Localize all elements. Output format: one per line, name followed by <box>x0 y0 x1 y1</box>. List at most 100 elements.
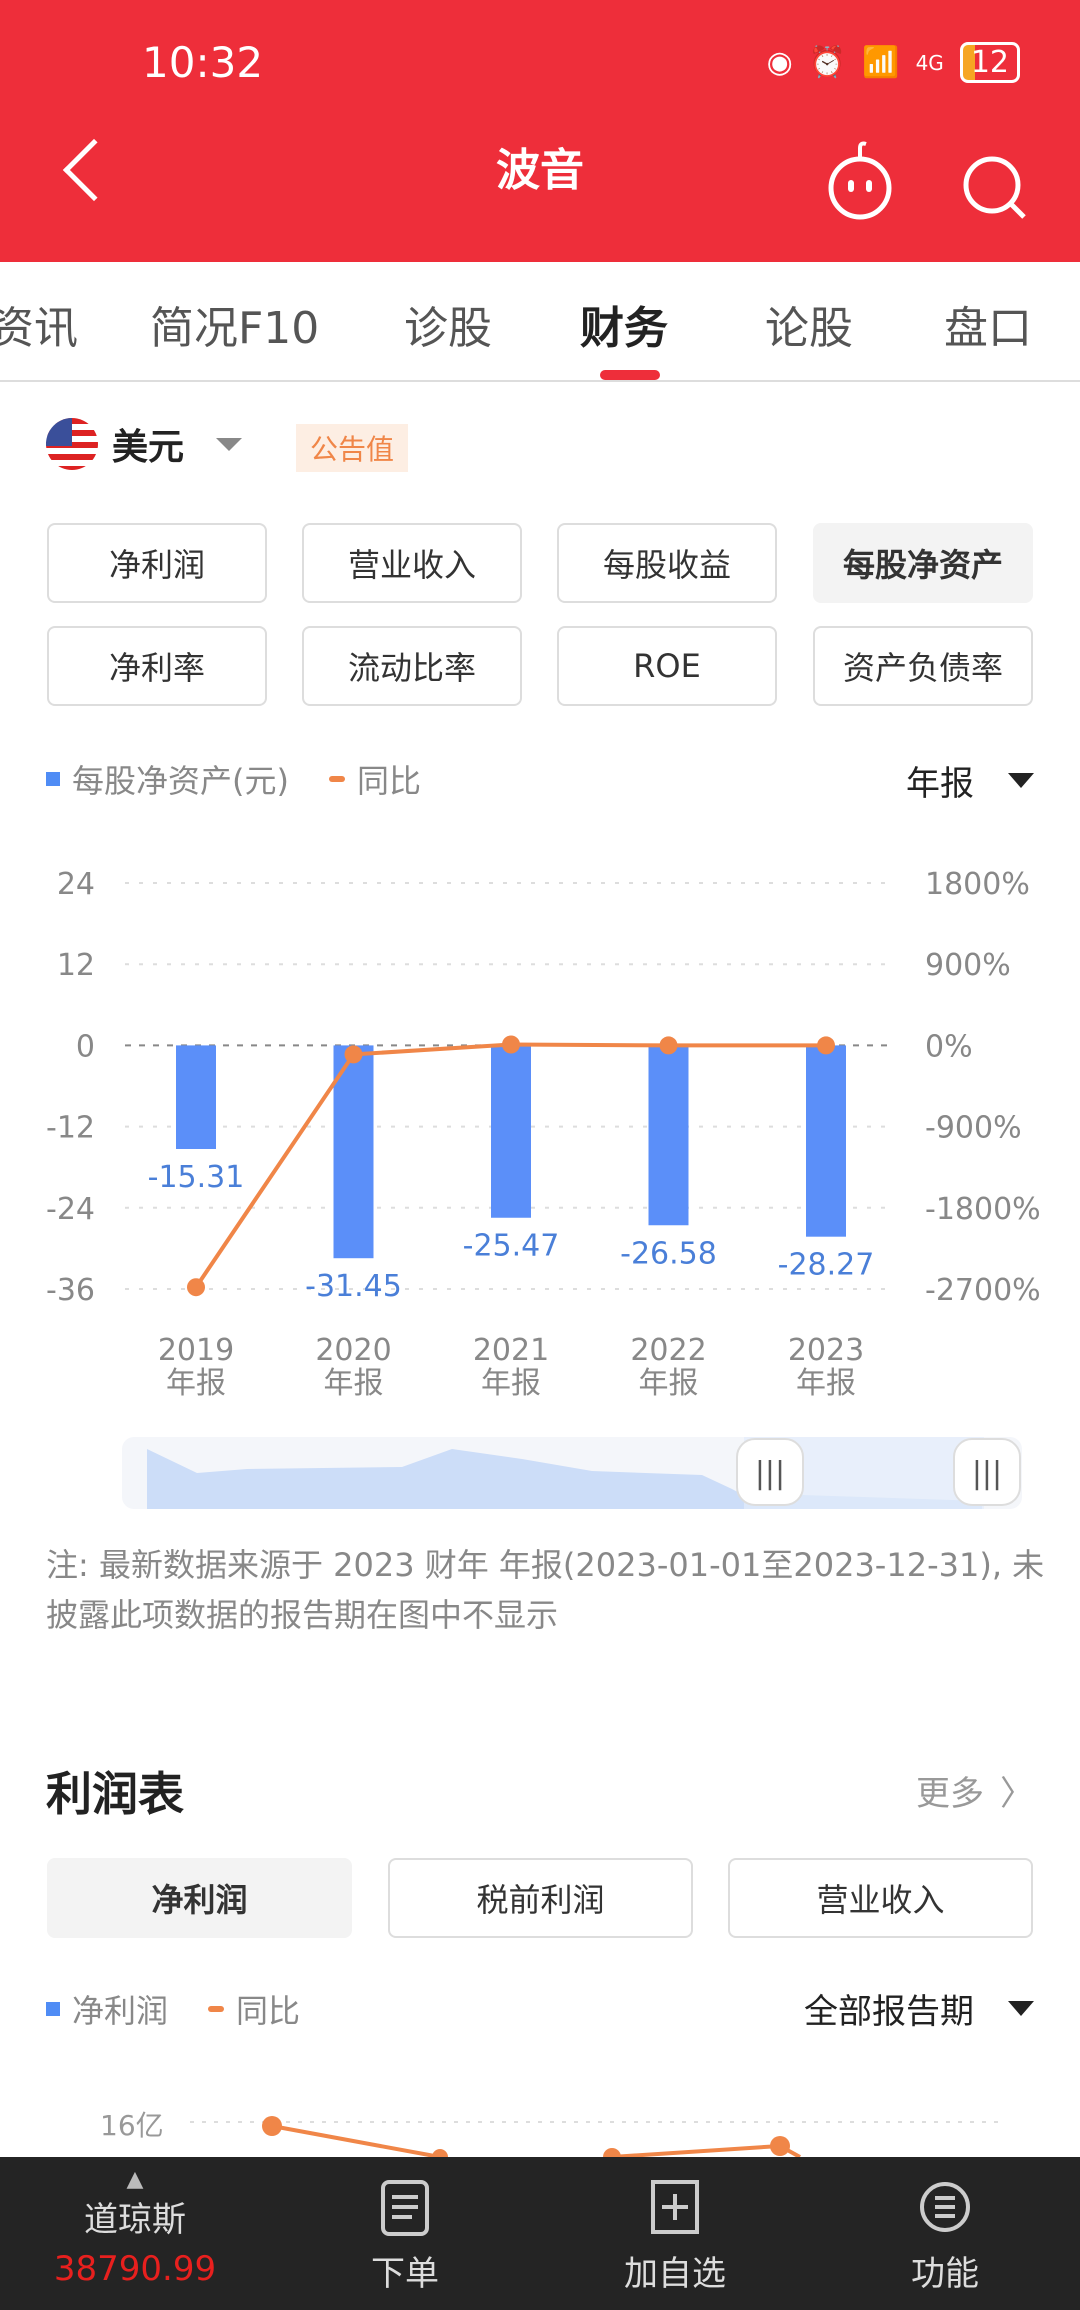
dropdown-arrow-icon <box>1008 2001 1034 2016</box>
more-link[interactable]: 更多〉 <box>916 1766 1034 1815</box>
svg-text:|||: ||| <box>755 1456 785 1491</box>
tab-finance[interactable]: 财务 <box>580 292 668 356</box>
chevron-right-icon: 〉 <box>1000 1774 1034 1814</box>
bar-value-label: -28.27 <box>778 1248 875 1283</box>
index-ticker[interactable]: ▲ 道琼斯 38790.99 <box>54 2167 216 2289</box>
robot-icon[interactable] <box>824 140 896 220</box>
metric-debt-ratio[interactable]: 资产负债率 <box>813 626 1033 706</box>
battery-icon: 12 <box>959 42 1020 83</box>
chevron-down-icon <box>216 437 243 451</box>
profit-tab-net[interactable]: 净利润 <box>47 1858 352 1938</box>
yoy-point <box>502 1035 520 1054</box>
line-legend-swatch <box>328 776 345 782</box>
currency-selector[interactable]: 美元 <box>46 418 243 470</box>
index-value: 38790.99 <box>53 2249 217 2289</box>
metric-current-ratio[interactable]: 流动比率 <box>302 626 522 706</box>
x-tick-year: 2021 <box>473 1333 549 1368</box>
alarm-icon: ⏰ <box>808 45 847 80</box>
functions-label: 功能 <box>911 2254 979 2294</box>
profit-period-label: 全部报告期 <box>804 1992 974 2032</box>
tab-bar: 资讯 简况F10 诊股 财务 论股 盘口 <box>0 262 1080 382</box>
index-name: 道琼斯 <box>84 2200 186 2240</box>
status-icons: ◉ ⏰ 📶 4G 12 <box>767 42 1020 83</box>
x-tick-period: 年报 <box>796 1366 856 1401</box>
data-source-note: 注: 最新数据来源于 2023 财年 年报(2023-01-01至2023-12… <box>46 1546 1045 1634</box>
right-tick: -2700% <box>925 1273 1041 1308</box>
order-label: 下单 <box>371 2254 439 2294</box>
x-tick-period: 年报 <box>324 1366 384 1401</box>
x-tick-period: 年报 <box>639 1366 699 1401</box>
left-tick: 24 <box>57 867 95 902</box>
profit-tab-pretax[interactable]: 税前利润 <box>388 1858 693 1938</box>
bar-value-label: -26.58 <box>620 1236 717 1271</box>
order-icon <box>381 2180 429 2236</box>
left-tick: -12 <box>46 1111 95 1146</box>
bottom-bar: ▲ 道琼斯 38790.99 下单 加自选 功能 <box>0 2157 1080 2310</box>
line-legend-swatch <box>208 2006 225 2012</box>
tab-diagnosis[interactable]: 诊股 <box>404 292 492 356</box>
legend-line-label: 同比 <box>356 762 421 800</box>
tab-overview[interactable]: 简况F10 <box>150 292 319 356</box>
chart-legend: 每股净资产(元) 同比 <box>46 756 421 802</box>
currency-label: 美元 <box>112 427 185 468</box>
profit-period-dropdown[interactable]: 全部报告期 <box>804 1984 1034 2033</box>
network-label: 4G <box>915 50 944 75</box>
tab-quotes[interactable]: 盘口 <box>944 292 1032 356</box>
left-tick: -24 <box>46 1192 95 1227</box>
bar <box>806 1045 846 1237</box>
metric-net-profit[interactable]: 净利润 <box>47 523 267 603</box>
add-watchlist-button[interactable]: 加自选 <box>610 2179 740 2295</box>
right-tick: -900% <box>925 1111 1022 1146</box>
metric-bvps[interactable]: 每股净资产 <box>813 523 1033 603</box>
metric-eps[interactable]: 每股收益 <box>557 523 777 603</box>
range-slider[interactable]: ||| ||| <box>122 1437 1022 1509</box>
legend-bar-label: 每股净资产(元) <box>72 762 289 800</box>
header: 10:32 ◉ ⏰ 📶 4G 12 波音 <box>0 0 1080 262</box>
period-label: 年报 <box>906 764 974 804</box>
bar-value-label: -15.31 <box>148 1160 245 1195</box>
profit-tab-revenue[interactable]: 营业收入 <box>728 1858 1033 1938</box>
page-title: 波音 <box>496 145 584 196</box>
bar <box>491 1045 531 1218</box>
yoy-point <box>817 1036 835 1055</box>
yoy-point <box>344 1045 363 1064</box>
x-tick-period: 年报 <box>166 1366 226 1401</box>
us-flag-icon <box>46 418 98 470</box>
up-arrow-icon: ▲ <box>126 2167 144 2192</box>
tab-news[interactable]: 资讯 <box>0 292 78 356</box>
search-icon[interactable] <box>962 155 1028 221</box>
profit-legend: 净利润 同比 <box>46 1986 300 2032</box>
bar <box>648 1045 689 1226</box>
order-button[interactable]: 下单 <box>345 2179 465 2295</box>
yoy-point <box>659 1036 678 1055</box>
metric-revenue[interactable]: 营业收入 <box>302 523 522 603</box>
bar <box>176 1045 216 1149</box>
bar-legend-swatch <box>46 2002 60 2016</box>
x-tick-year: 2022 <box>630 1333 706 1368</box>
bar-value-label: -31.45 <box>305 1269 402 1304</box>
left-tick: 0 <box>76 1029 95 1064</box>
right-tick: 900% <box>925 948 1011 983</box>
more-label: 更多 <box>916 1774 984 1814</box>
left-tick: 12 <box>57 948 95 983</box>
x-tick-year: 2019 <box>158 1333 234 1368</box>
tab-discussion[interactable]: 论股 <box>765 292 853 356</box>
period-dropdown[interactable]: 年报 <box>906 756 1034 805</box>
x-tick-period: 年报 <box>481 1366 541 1401</box>
yoy-point <box>187 1278 205 1297</box>
right-tick: 1800% <box>925 867 1030 902</box>
income-statement-title: 利润表 <box>46 1767 184 1821</box>
announced-value-badge: 公告值 <box>296 424 409 472</box>
profit-legend-bar: 净利润 <box>72 1992 169 2030</box>
wifi-icon: 📶 <box>862 45 900 80</box>
right-tick: -1800% <box>925 1192 1041 1227</box>
add-watchlist-label: 加自选 <box>624 2254 726 2294</box>
bar-legend-swatch <box>46 772 60 786</box>
profit-legend-line: 同比 <box>236 1992 301 2030</box>
menu-icon <box>920 2182 970 2232</box>
metric-roe[interactable]: ROE <box>557 626 777 706</box>
functions-button[interactable]: 功能 <box>885 2179 1005 2295</box>
add-icon <box>651 2180 699 2234</box>
dropdown-arrow-icon <box>1008 773 1034 788</box>
metric-net-margin[interactable]: 净利率 <box>47 626 267 706</box>
